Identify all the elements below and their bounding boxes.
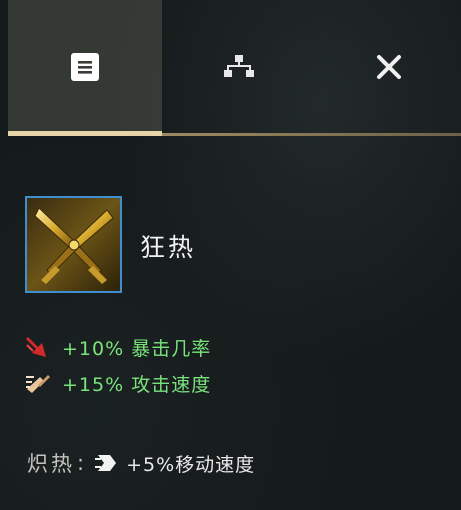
stat-text: +10% 暴击几率 [62,338,212,360]
passive-colon: : [77,451,85,475]
stat-row-crit: +10% 暴击几率 [24,334,211,361]
active-tab-indicator [8,131,162,136]
move-speed-icon [95,455,117,471]
item-name: 狂热 [140,233,197,262]
passive-name: 炽热 [27,452,75,476]
tab-summary[interactable] [8,0,162,133]
tab-bar [8,0,461,136]
crossed-blades-icon [34,207,114,284]
passive-text: +5%移动速度 [126,453,256,476]
stat-text: +15% 攻击速度 [62,374,212,396]
build-tree-icon [224,54,254,77]
item-icon [25,196,122,293]
stat-row-attack-speed: +15% 攻击速度 [24,370,211,397]
tab-build-tree[interactable] [162,0,316,133]
crit-arrow-icon [26,336,46,357]
attack-speed-icon [26,374,50,393]
close-icon [376,54,401,79]
close-button[interactable] [316,0,461,133]
passive-row: 炽热 : +5%移动速度 [27,448,255,478]
list-icon [71,52,99,81]
item-detail-panel: 狂热 +10% 暴击几率 +15% 攻击速度 炽热 : +5%移动速度 [0,0,461,510]
